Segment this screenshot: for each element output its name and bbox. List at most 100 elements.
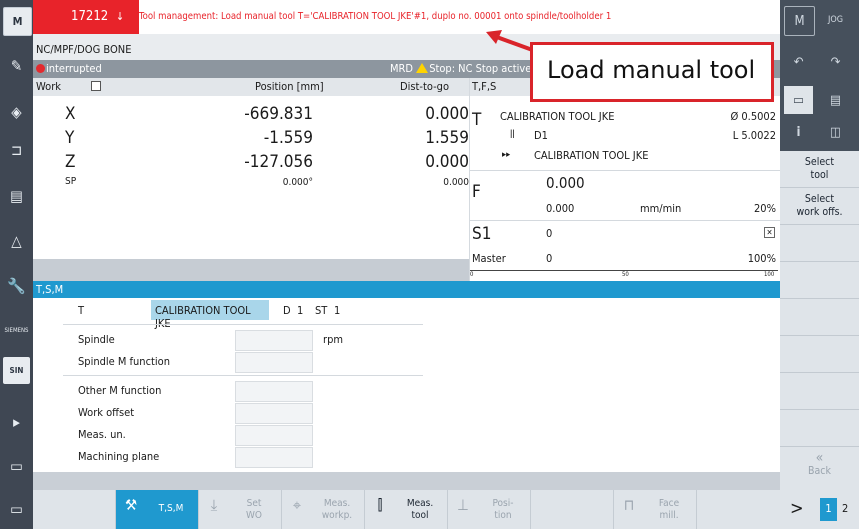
tfs-title: T,F,S bbox=[472, 80, 497, 93]
files-icon[interactable]: ▤ bbox=[3, 182, 30, 209]
empty-softkey bbox=[780, 336, 859, 373]
info-icon[interactable]: i bbox=[784, 118, 813, 146]
divider bbox=[63, 324, 423, 325]
jog-icon[interactable]: JOG bbox=[821, 6, 850, 34]
position-display: Work Position [mm] Dist-to-go X -669.831… bbox=[33, 78, 469, 281]
warning-icon bbox=[416, 63, 429, 73]
sinumerik-logo-icon[interactable]: SIN bbox=[3, 357, 30, 384]
stop-text: Stop: NC Stop active bbox=[429, 62, 532, 75]
camera-icon[interactable]: ◫ bbox=[821, 118, 850, 146]
softkey-set-wo[interactable]: ⤓ Set WO bbox=[199, 490, 282, 529]
spindle-axis-position: 0.000° bbox=[282, 177, 313, 188]
spindle-scale-min: 0 bbox=[470, 271, 474, 278]
select-work-offset-button[interactable]: Select work offs. bbox=[780, 188, 859, 225]
work-label: Work bbox=[36, 80, 61, 93]
expand-arrow-icon[interactable]: ▸ bbox=[3, 408, 30, 435]
softkey-meas-tool[interactable]: ⫿ Meas. tool bbox=[365, 490, 448, 529]
meas-unit-input[interactable] bbox=[235, 425, 313, 446]
spindle-master-label: Master bbox=[472, 252, 506, 265]
divider bbox=[63, 375, 423, 376]
tsm-tool-field[interactable]: CALIBRATION TOOL JKE bbox=[151, 300, 269, 330]
softkey-set-wo-label: Set WO bbox=[246, 498, 262, 521]
axis-name-y: Y bbox=[65, 128, 75, 148]
machining-plane-input[interactable] bbox=[235, 447, 313, 468]
next-tool-arrow-icon: ▸▸ bbox=[502, 150, 511, 160]
feed-actual: 0.000 bbox=[546, 202, 575, 215]
empty-softkey bbox=[780, 373, 859, 410]
position-icon: ⊥ bbox=[457, 496, 469, 514]
spindle-m-function-label: Spindle M function bbox=[78, 355, 170, 368]
bottom-status-strip bbox=[33, 472, 780, 490]
tsm-st-value[interactable]: 1 bbox=[334, 304, 340, 317]
spindle-speed-input[interactable] bbox=[235, 330, 313, 351]
divider bbox=[470, 220, 780, 221]
machine-area-logo-icon[interactable]: M bbox=[3, 7, 32, 36]
axis-name-x: X bbox=[65, 104, 76, 124]
spindle-axis-name: SP bbox=[65, 176, 77, 187]
other-m-function-label: Other M function bbox=[78, 384, 162, 397]
channel-status: MRD Stop: NC Stop active bbox=[390, 62, 531, 75]
work-offset-label: Work offset bbox=[78, 406, 135, 419]
select-tool-button[interactable]: Select tool bbox=[780, 151, 859, 188]
spindle-row-label: Spindle bbox=[78, 333, 115, 346]
alarm-message[interactable]: Tool management: Load manual tool T='CAL… bbox=[139, 0, 780, 34]
tool-d-number: D1 bbox=[534, 129, 548, 142]
empty-softkey bbox=[33, 490, 116, 529]
empty-softkey bbox=[780, 299, 859, 336]
tool-letter: T bbox=[472, 110, 482, 130]
spindle-master-value: 0 bbox=[546, 252, 553, 265]
tsm-st-label: ST bbox=[315, 304, 328, 317]
work-offset-input[interactable] bbox=[235, 403, 313, 424]
axis-dist-y: 1.559 bbox=[425, 128, 469, 148]
spindle-value: 0 bbox=[546, 227, 553, 240]
channel-status-mode: MRD bbox=[390, 62, 414, 75]
alarm-number-text: 17212 bbox=[71, 9, 109, 24]
tsm-d-value[interactable]: 1 bbox=[297, 304, 303, 317]
window-bottom-icon[interactable]: ▭ bbox=[3, 495, 30, 522]
work-checkbox[interactable] bbox=[91, 81, 101, 91]
softkey-position[interactable]: ⊥ Posi- tion bbox=[448, 490, 531, 529]
siemens-logo-icon[interactable]: SIEMENS bbox=[3, 317, 30, 344]
meas-unit-label: Meas. un. bbox=[78, 428, 126, 441]
softkey-meas-workp[interactable]: ⌖ Meas. workp. bbox=[282, 490, 365, 529]
wrench-icon[interactable]: 🔧 bbox=[3, 272, 30, 299]
axis-dist-x: 0.000 bbox=[425, 104, 469, 124]
program-icon[interactable]: ⊐ bbox=[3, 136, 30, 163]
position-footer-bar bbox=[33, 259, 469, 281]
redo-icon[interactable]: ↷ bbox=[821, 48, 850, 76]
other-m-function-input[interactable] bbox=[235, 381, 313, 402]
page-1-button[interactable]: 1 bbox=[820, 498, 837, 521]
edit-pencil-icon[interactable]: ✎ bbox=[3, 52, 30, 79]
tool-spindle-icon: ⚒ bbox=[124, 496, 138, 514]
tsm-form: T CALIBRATION TOOL JKE D 1 ST 1 Spindle … bbox=[33, 298, 780, 472]
set-wo-icon: ⤓ bbox=[210, 496, 218, 514]
spindle-unit: rpm bbox=[323, 333, 343, 346]
feed-override: 20% bbox=[754, 202, 776, 215]
axis-dist-z: 0.000 bbox=[425, 152, 469, 172]
simulation-icon[interactable]: △ bbox=[3, 227, 30, 254]
face-mill-icon: ⊓ bbox=[623, 496, 635, 514]
callout-load-manual-tool: Load manual tool bbox=[530, 42, 774, 102]
feed-letter: F bbox=[472, 182, 481, 202]
back-button[interactable]: « Back bbox=[780, 447, 859, 489]
softkey-meas-tool-label: Meas. tool bbox=[406, 498, 434, 521]
spindle-m-function-input[interactable] bbox=[235, 352, 313, 373]
undo-icon[interactable]: ↶ bbox=[784, 48, 813, 76]
machine-m-icon[interactable]: M bbox=[784, 6, 815, 36]
page-navigation: > 1 2 bbox=[780, 490, 859, 529]
window-icon[interactable]: ▭ bbox=[3, 452, 30, 479]
page-2-button[interactable]: 2 bbox=[842, 502, 848, 515]
next-page-arrow[interactable]: > bbox=[790, 498, 804, 519]
alarm-number[interactable]: 17212 ↓ bbox=[33, 0, 139, 34]
softkey-face-mill[interactable]: ⊓ Face mill. bbox=[614, 490, 697, 529]
measure-workpiece-icon: ⌖ bbox=[292, 496, 302, 514]
program-status-text: interrupted bbox=[46, 62, 102, 75]
dist-to-go-header: Dist-to-go bbox=[400, 80, 450, 93]
tsm-d-label: D bbox=[283, 304, 291, 317]
window-icon[interactable]: ▭ bbox=[784, 86, 813, 114]
list-icon[interactable]: ▤ bbox=[821, 86, 850, 114]
softkey-tsm[interactable]: ⚒ T,S,M bbox=[116, 490, 199, 529]
machining-plane-label: Machining plane bbox=[78, 450, 160, 463]
vertical-softkeys: Select tool Select work offs. « Back bbox=[780, 151, 859, 511]
tool-list-icon[interactable]: ◈ bbox=[3, 98, 30, 125]
